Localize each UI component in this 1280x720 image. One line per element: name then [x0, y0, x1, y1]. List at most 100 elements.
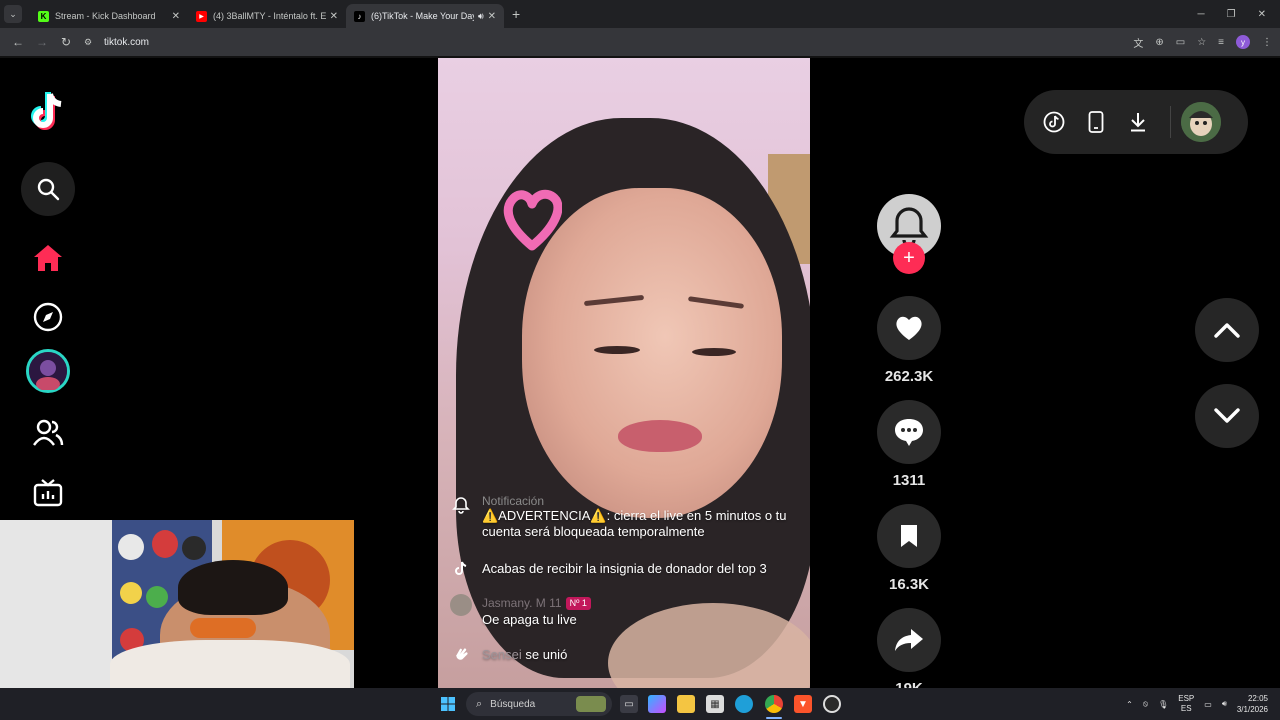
store-icon[interactable]: ▦ [706, 695, 724, 713]
notification-label: Notificación [482, 494, 545, 508]
like-button[interactable] [877, 296, 941, 360]
wave-hand-icon [450, 644, 472, 666]
volume-icon[interactable]: 🔊︎ [1222, 699, 1227, 709]
input-language[interactable]: ESP ES [1178, 694, 1194, 714]
system-tray: ⌃ ⦸ 🎙︎ ESP ES ▭ 🔊︎ 22:05 3/1/2026 [1126, 688, 1268, 720]
tiktok-logo-icon[interactable] [28, 90, 68, 134]
notification-text: ⚠️ADVERTENCIA⚠️: cierra el live en 5 min… [482, 508, 787, 539]
tray-overflow-icon[interactable]: ⌃ [1126, 700, 1133, 709]
toy [182, 536, 206, 560]
menu-dots-icon[interactable]: ⋮ [1262, 37, 1272, 48]
microphone-icon[interactable]: 🎙︎ [1158, 700, 1168, 709]
obs-icon[interactable] [823, 695, 841, 713]
donor-badge-message: Acabas de recibir la insignia de donador… [450, 558, 767, 580]
file-explorer-icon[interactable] [677, 695, 695, 713]
save-button[interactable] [877, 504, 941, 568]
translate-icon[interactable]: 文 [1133, 35, 1143, 50]
save-count: 16.3K [888, 576, 930, 593]
home-button[interactable] [21, 231, 75, 285]
get-app-button[interactable] [1084, 110, 1108, 134]
tab-kick-dashboard[interactable]: K Stream - Kick Dashboard ✕ [30, 4, 188, 28]
download-button[interactable] [1126, 110, 1150, 134]
new-tab-button[interactable]: + [512, 6, 520, 22]
tab-title: (4) 3BallMTY - Inténtalo ft. El Be [213, 11, 326, 21]
previous-video-button[interactable] [1195, 298, 1259, 362]
tab-youtube[interactable]: ▶ (4) 3BallMTY - Inténtalo ft. El Be ✕ [188, 4, 346, 28]
streamer-webcam [0, 520, 354, 688]
webcam-streamer-hair [178, 560, 288, 615]
toy [146, 586, 168, 608]
right-eye [692, 348, 736, 356]
zoom-icon[interactable]: ⊕ [1155, 37, 1163, 48]
close-window-icon[interactable]: ✕ [1258, 9, 1266, 20]
cast-icon[interactable]: ▭ [1176, 37, 1185, 48]
address-bar[interactable]: ⚙ tiktok.com [84, 31, 1133, 53]
back-icon[interactable]: ← [8, 35, 28, 49]
restore-icon[interactable]: ❐ [1227, 9, 1236, 20]
tab-menu-icon[interactable]: ≡ [1218, 37, 1224, 48]
edge-icon[interactable] [735, 695, 753, 713]
right-brow [687, 296, 745, 309]
active-app-indicator [766, 717, 782, 719]
friends-button[interactable] [21, 406, 75, 460]
close-tab-icon[interactable]: ✕ [330, 11, 338, 22]
windows-taskbar: ⌕ Búsqueda ▭ ▦ ▼ ⌃ ⦸ 🎙︎ ESP ES ▭ 🔊︎ 22:0… [0, 688, 1280, 720]
network-off-icon[interactable]: ⦸ [1143, 699, 1148, 709]
next-video-button[interactable] [1195, 384, 1259, 448]
explore-button[interactable] [21, 290, 75, 344]
minimize-icon[interactable]: ─ [1198, 9, 1205, 20]
bookmark-star-icon[interactable]: ☆ [1197, 37, 1206, 48]
compass-icon [33, 302, 63, 332]
close-tab-icon[interactable]: ✕ [172, 11, 180, 22]
phone-icon [1088, 111, 1104, 133]
copilot-icon[interactable] [648, 695, 666, 713]
browser-toolbar: ← → ↻ ⚙ tiktok.com 文 ⊕ ▭ ☆ ≡ y ⋮ [0, 28, 1280, 56]
taskbar-clock[interactable]: 22:05 3/1/2026 [1237, 693, 1268, 715]
share-button[interactable] [877, 608, 941, 672]
share-arrow-icon [895, 629, 923, 651]
profile-avatar[interactable]: y [1236, 35, 1250, 49]
search-icon [37, 178, 60, 201]
comment-text: Oe apaga tu live [482, 612, 577, 627]
webcam-streamer-coat [110, 640, 350, 688]
chevron-up-icon [1214, 323, 1240, 338]
comment-button[interactable] [877, 400, 941, 464]
tiktok-tab-icon: ♪ [354, 10, 365, 22]
top-gifter-badge: Nº 1 [565, 597, 591, 610]
search-icon: ⌕ [476, 697, 483, 710]
commenter-username[interactable]: Jasmany. M 11 [482, 596, 562, 610]
toy [118, 534, 144, 560]
user-profile-avatar[interactable] [1181, 102, 1221, 142]
forward-icon[interactable]: → [32, 35, 52, 49]
left-brow [583, 294, 645, 307]
toy [152, 530, 178, 558]
tab-title: Stream - Kick Dashboard [55, 11, 156, 21]
search-highlight-image [576, 696, 606, 712]
live-button[interactable] [21, 466, 75, 520]
following-avatar[interactable] [26, 349, 70, 393]
live-video[interactable]: Notificación ⚠️ADVERTENCIA⚠️: cierra el … [438, 58, 810, 688]
tab-search-button[interactable]: ⌄ [4, 5, 22, 23]
chrome-icon[interactable] [765, 695, 783, 713]
tiktok-circle-icon [1043, 111, 1065, 133]
join-message: Sensei se unió [450, 644, 567, 666]
reload-icon[interactable]: ↻ [56, 35, 76, 49]
like-count: 262.3K [884, 368, 934, 385]
live-tv-icon [33, 479, 63, 507]
brave-icon[interactable]: ▼ [794, 695, 812, 713]
task-view-icon[interactable]: ▭ [620, 695, 638, 713]
display-icon[interactable]: ▭ [1204, 700, 1212, 709]
search-button[interactable] [21, 162, 75, 216]
speaker-icon[interactable]: 🔊︎ [478, 11, 484, 22]
close-tab-icon[interactable]: ✕ [488, 11, 496, 22]
toy [120, 582, 142, 604]
tab-tiktok[interactable]: ♪ (6)TikTok - Make Your Day 🔊︎ ✕ [346, 4, 504, 28]
get-coins-button[interactable] [1042, 110, 1066, 134]
follow-plus-button[interactable]: + [893, 242, 925, 274]
site-info-icon[interactable]: ⚙ [84, 37, 98, 48]
windows-start-icon[interactable] [441, 697, 455, 711]
download-icon [1131, 113, 1145, 132]
joined-username[interactable]: Sensei [482, 647, 522, 662]
taskbar-search[interactable]: ⌕ Búsqueda [466, 692, 612, 716]
tiktok-left-nav [0, 58, 96, 520]
